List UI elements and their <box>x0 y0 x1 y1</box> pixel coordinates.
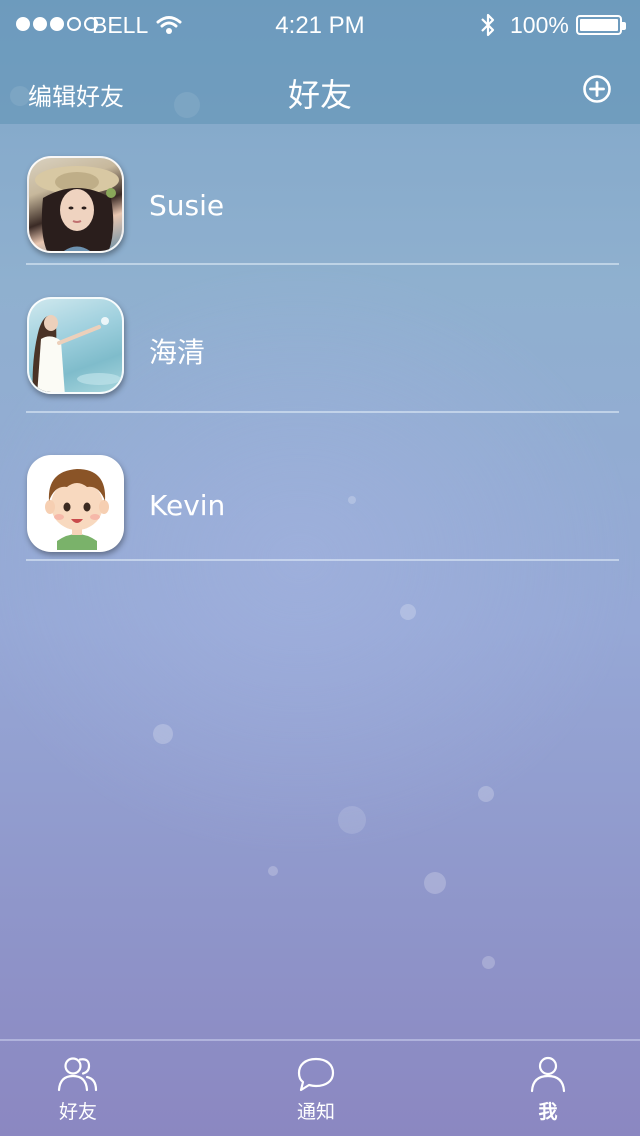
row-divider <box>26 559 619 561</box>
friend-name: Susie <box>149 189 225 222</box>
bokeh-dot <box>482 956 495 969</box>
bokeh-dot <box>400 604 416 620</box>
tab-bar: 好友 通知 我 <box>0 1039 640 1136</box>
friend-row-kevin[interactable]: Kevin <box>0 413 640 561</box>
chat-bubble-icon <box>297 1057 335 1092</box>
friend-row-susie[interactable]: Susie <box>0 124 640 265</box>
avatar <box>27 156 124 253</box>
add-friend-button[interactable] <box>582 74 612 104</box>
tab-friends[interactable]: 好友 <box>18 1041 138 1136</box>
bokeh-dot <box>268 866 278 876</box>
friend-name: 海清 <box>149 336 206 369</box>
tab-notifications[interactable]: 通知 <box>256 1041 376 1136</box>
status-bar: BELL 4:21 PM 100% <box>0 0 640 50</box>
friend-row-haiqing[interactable]: 海清 <box>0 265 640 413</box>
tab-me[interactable]: 我 <box>488 1041 608 1136</box>
friend-list: Susie 海清 Kevin <box>0 124 640 561</box>
tab-label: 通知 <box>296 1101 335 1123</box>
navigation-bar: 编辑好友 好友 <box>0 50 640 124</box>
tab-label: 我 <box>538 1101 558 1123</box>
bluetooth-icon <box>478 12 498 44</box>
bokeh-dot <box>478 786 494 802</box>
battery-icon <box>576 15 626 35</box>
friend-name: Kevin <box>149 489 226 522</box>
avatar <box>27 455 124 552</box>
page-title: 好友 <box>287 76 352 114</box>
person-icon <box>530 1056 566 1093</box>
battery-percentage: 100% <box>510 12 569 38</box>
avatar <box>27 297 124 394</box>
bokeh-dot <box>338 806 366 834</box>
plus-circle-icon <box>583 75 611 103</box>
bokeh-dot <box>424 872 446 894</box>
bokeh-dot <box>153 724 173 744</box>
friends-icon <box>57 1057 98 1092</box>
tab-label: 好友 <box>58 1101 97 1123</box>
